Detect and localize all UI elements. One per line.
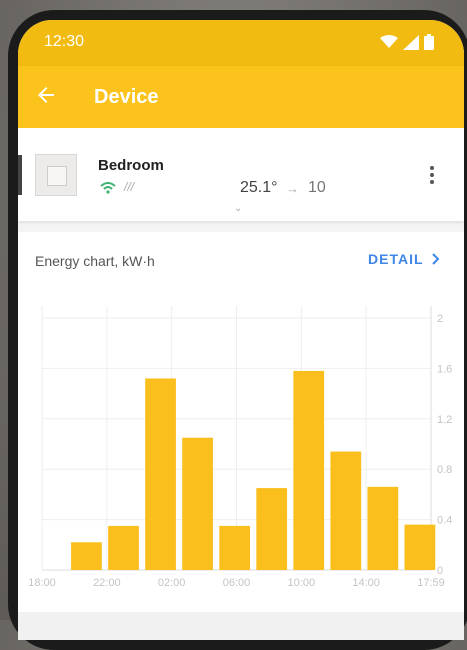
current-temperature: 25.1° — [240, 179, 278, 196]
y-tick-label: 1.2 — [437, 414, 452, 426]
y-tick-label: 2 — [437, 313, 443, 325]
energy-chart-card: Energy chart, kW·h DETAIL 0 0.4 0.8 1.2 1.6 2… — [18, 232, 464, 612]
chart-bar — [367, 486, 399, 570]
x-tick-label: 18:00 — [28, 577, 56, 589]
detail-link[interactable]: DETAIL — [368, 251, 440, 267]
y-tick-label: 0.8 — [437, 464, 452, 476]
back-arrow-icon[interactable] — [34, 83, 58, 107]
footer-strip — [18, 612, 464, 640]
device-name: Bedroom — [98, 157, 164, 174]
x-tick-label: 06:00 — [223, 577, 251, 589]
chart-label: Energy chart, kW·h — [35, 253, 155, 269]
y-tick-label: 0 — [437, 565, 443, 577]
selected-indicator — [18, 155, 22, 195]
expand-chevron-icon[interactable]: ⌄ — [234, 203, 242, 214]
chart-bar — [404, 524, 436, 570]
chart-bar — [219, 525, 251, 570]
energy-bar-chart: 0 0.4 0.8 1.2 1.6 2 18:00 22:00 02:00 06:00 10:00 1… — [28, 306, 452, 589]
wifi-icon — [100, 182, 116, 194]
chart-bar — [182, 437, 213, 570]
target-temperature: 10 — [308, 179, 326, 196]
chart-bar — [145, 378, 176, 570]
status-icons — [380, 34, 434, 50]
device-card[interactable]: Bedroom /// 25.1° → 10 ⌄ — [18, 128, 464, 221]
x-tick-label: 14:00 — [352, 577, 380, 589]
chart-bar — [293, 370, 325, 570]
detail-label: DETAIL — [368, 251, 424, 267]
status-time: 12:30 — [44, 33, 85, 50]
x-tick-label: 10:00 — [288, 577, 316, 589]
chart-bar — [71, 542, 102, 570]
chart-bar — [330, 451, 362, 570]
chart-bar — [108, 525, 139, 570]
x-tick-label: 22:00 — [93, 577, 121, 589]
chevron-right-icon — [431, 253, 439, 265]
heating-mode-icon: /// — [124, 180, 135, 194]
app-bar: Device — [18, 66, 464, 128]
y-tick-label: 0.4 — [437, 515, 452, 527]
target-arrow-icon: → — [286, 181, 299, 196]
y-tick-label: 1.6 — [437, 363, 452, 375]
page-title: Device — [94, 86, 159, 108]
cell-signal-icon — [403, 34, 419, 50]
device-thumbnail — [35, 154, 77, 196]
battery-icon — [424, 34, 434, 50]
chart-bar — [256, 488, 288, 570]
status-bar: 12:30 — [18, 20, 464, 66]
wifi-signal-icon — [380, 35, 398, 48]
more-options-icon[interactable] — [430, 166, 436, 186]
x-tick-label: 02:00 — [158, 577, 186, 589]
x-tick-label: 17:59 — [417, 577, 445, 589]
app-screen: 12:30 Device Bedroom /// 25.1° → 10 ⌄ En… — [18, 20, 464, 640]
